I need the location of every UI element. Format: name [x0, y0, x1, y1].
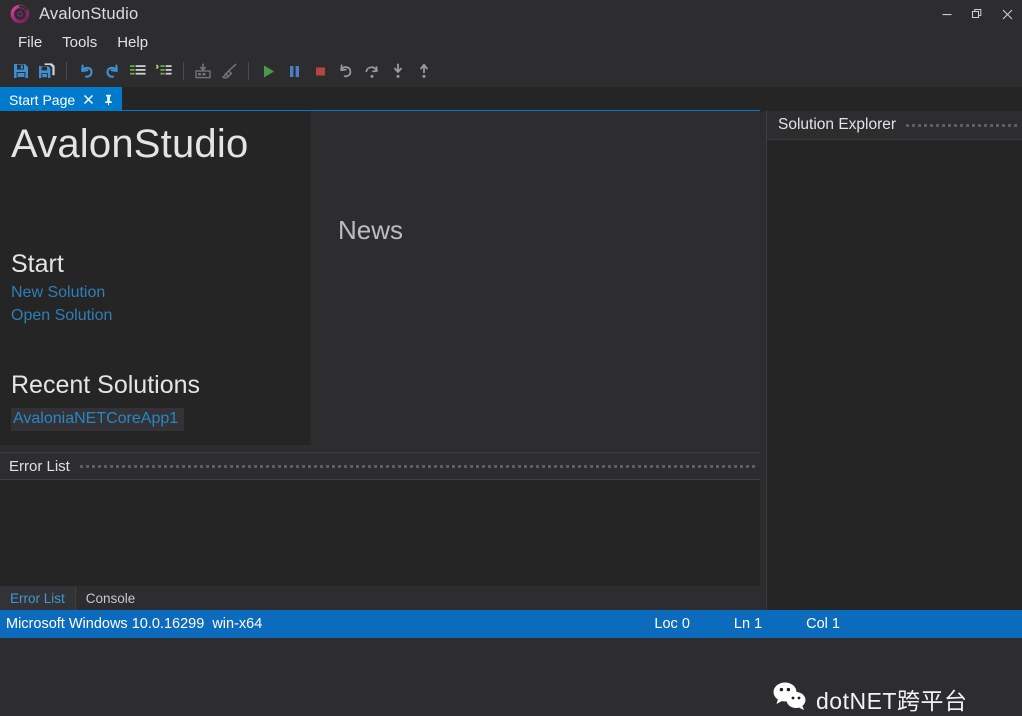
save-icon: [12, 62, 30, 80]
close-icon: [1001, 8, 1014, 21]
title-bar: AvalonStudio: [0, 0, 1022, 28]
toolbar-separator: [183, 62, 184, 80]
open-solution-link[interactable]: Open Solution: [11, 307, 112, 325]
error-panel-tabs: Error List Console: [0, 586, 760, 610]
tab-label: Start Page: [9, 91, 76, 108]
menu-item-help[interactable]: Help: [107, 32, 158, 53]
tab-pin-icon[interactable]: [101, 93, 115, 107]
status-line: Ln 1: [733, 616, 763, 632]
app-title: AvalonStudio: [39, 4, 139, 23]
panel-tab-error-list[interactable]: Error List: [0, 586, 76, 610]
comment-lines-button[interactable]: [125, 58, 151, 84]
watermark-text: dotNET跨平台: [816, 687, 968, 714]
solution-explorer-title: Solution Explorer: [778, 116, 897, 133]
avalonia-ring-logo-icon: [9, 3, 31, 25]
close-button[interactable]: [992, 0, 1022, 28]
start-page-left-column: AvalonStudio Start New Solution Open Sol…: [0, 111, 311, 445]
restore-icon: [971, 8, 983, 20]
status-column: Col 1: [806, 616, 840, 632]
tab-close-icon[interactable]: [81, 93, 95, 107]
error-list-panel-header: Error List: [0, 453, 760, 479]
new-solution-link[interactable]: New Solution: [11, 284, 105, 302]
editor-region: AvalonStudio Start New Solution Open Sol…: [0, 111, 760, 610]
step-over-icon: [363, 62, 381, 80]
panel-tab-label: Error List: [10, 590, 65, 606]
menu-item-tools[interactable]: Tools: [52, 32, 107, 53]
step-over-button[interactable]: [359, 58, 385, 84]
window-controls: [932, 0, 1022, 28]
build-icon: [194, 62, 212, 80]
panel-tab-console[interactable]: Console: [76, 586, 146, 610]
solution-explorer-drag-rail[interactable]: [906, 122, 1018, 128]
solution-explorer-header: Solution Explorer: [767, 111, 1022, 140]
workspace: AvalonStudio Start New Solution Open Sol…: [0, 111, 1022, 714]
menu-bar: File Tools Help: [0, 28, 1022, 56]
restart-button[interactable]: [333, 58, 359, 84]
redo-icon: [103, 62, 122, 81]
stop-button[interactable]: [307, 58, 333, 84]
build-button[interactable]: [190, 58, 216, 84]
start-page-heading: AvalonStudio: [11, 122, 249, 166]
start-debug-button[interactable]: [255, 58, 281, 84]
undo-icon: [77, 62, 96, 81]
clean-button[interactable]: [216, 58, 242, 84]
save-all-icon: [38, 62, 56, 80]
uncomment-lines-icon: [155, 62, 173, 80]
wechat-watermark: dotNET跨平台: [772, 681, 967, 716]
solution-explorer-panel: Solution Explorer: [766, 111, 1022, 610]
stop-icon: [312, 63, 329, 80]
tab-start-page[interactable]: Start Page: [0, 87, 123, 112]
play-icon: [260, 63, 277, 80]
start-page: AvalonStudio Start New Solution Open Sol…: [0, 111, 760, 452]
recent-solutions-heading: Recent Solutions: [11, 371, 201, 399]
restart-icon: [337, 62, 355, 80]
panel-tab-label: Console: [85, 590, 136, 606]
toolbar-separator: [248, 62, 249, 80]
toolbar: [0, 56, 1022, 87]
news-heading: News: [338, 215, 404, 245]
step-into-icon: [389, 62, 407, 80]
minimize-button[interactable]: [932, 0, 962, 28]
broom-clean-icon: [220, 62, 238, 80]
save-button[interactable]: [8, 58, 34, 84]
toolbar-separator: [66, 62, 67, 80]
error-list-body[interactable]: [0, 479, 760, 586]
step-out-button[interactable]: [411, 58, 437, 84]
step-out-icon: [415, 62, 433, 80]
error-list-panel: Error List Error List Console: [0, 452, 760, 610]
status-loc: Loc 0: [654, 616, 690, 632]
undo-button[interactable]: [73, 58, 99, 84]
recent-solution-item[interactable]: AvaloniaNETCoreApp1: [11, 408, 185, 431]
minimize-icon: [941, 8, 953, 20]
pause-icon: [286, 63, 303, 80]
redo-button[interactable]: [99, 58, 125, 84]
document-tab-strip: Start Page: [0, 87, 1022, 112]
step-into-button[interactable]: [385, 58, 411, 84]
status-bar: Microsoft Windows 10.0.16299 win-x64 Loc…: [0, 610, 1022, 638]
comment-lines-icon: [129, 62, 147, 80]
solution-explorer-tree[interactable]: [767, 140, 1022, 610]
restore-button[interactable]: [962, 0, 992, 28]
pause-button[interactable]: [281, 58, 307, 84]
uncomment-lines-button[interactable]: [151, 58, 177, 84]
panel-drag-rail[interactable]: [79, 463, 756, 469]
save-all-button[interactable]: [34, 58, 60, 84]
status-platform: Microsoft Windows 10.0.16299 win-x64: [6, 616, 263, 632]
menu-item-file[interactable]: File: [8, 32, 52, 53]
panel-title: Error List: [9, 457, 70, 475]
start-section-heading: Start: [11, 250, 64, 278]
wechat-icon: [772, 681, 808, 716]
